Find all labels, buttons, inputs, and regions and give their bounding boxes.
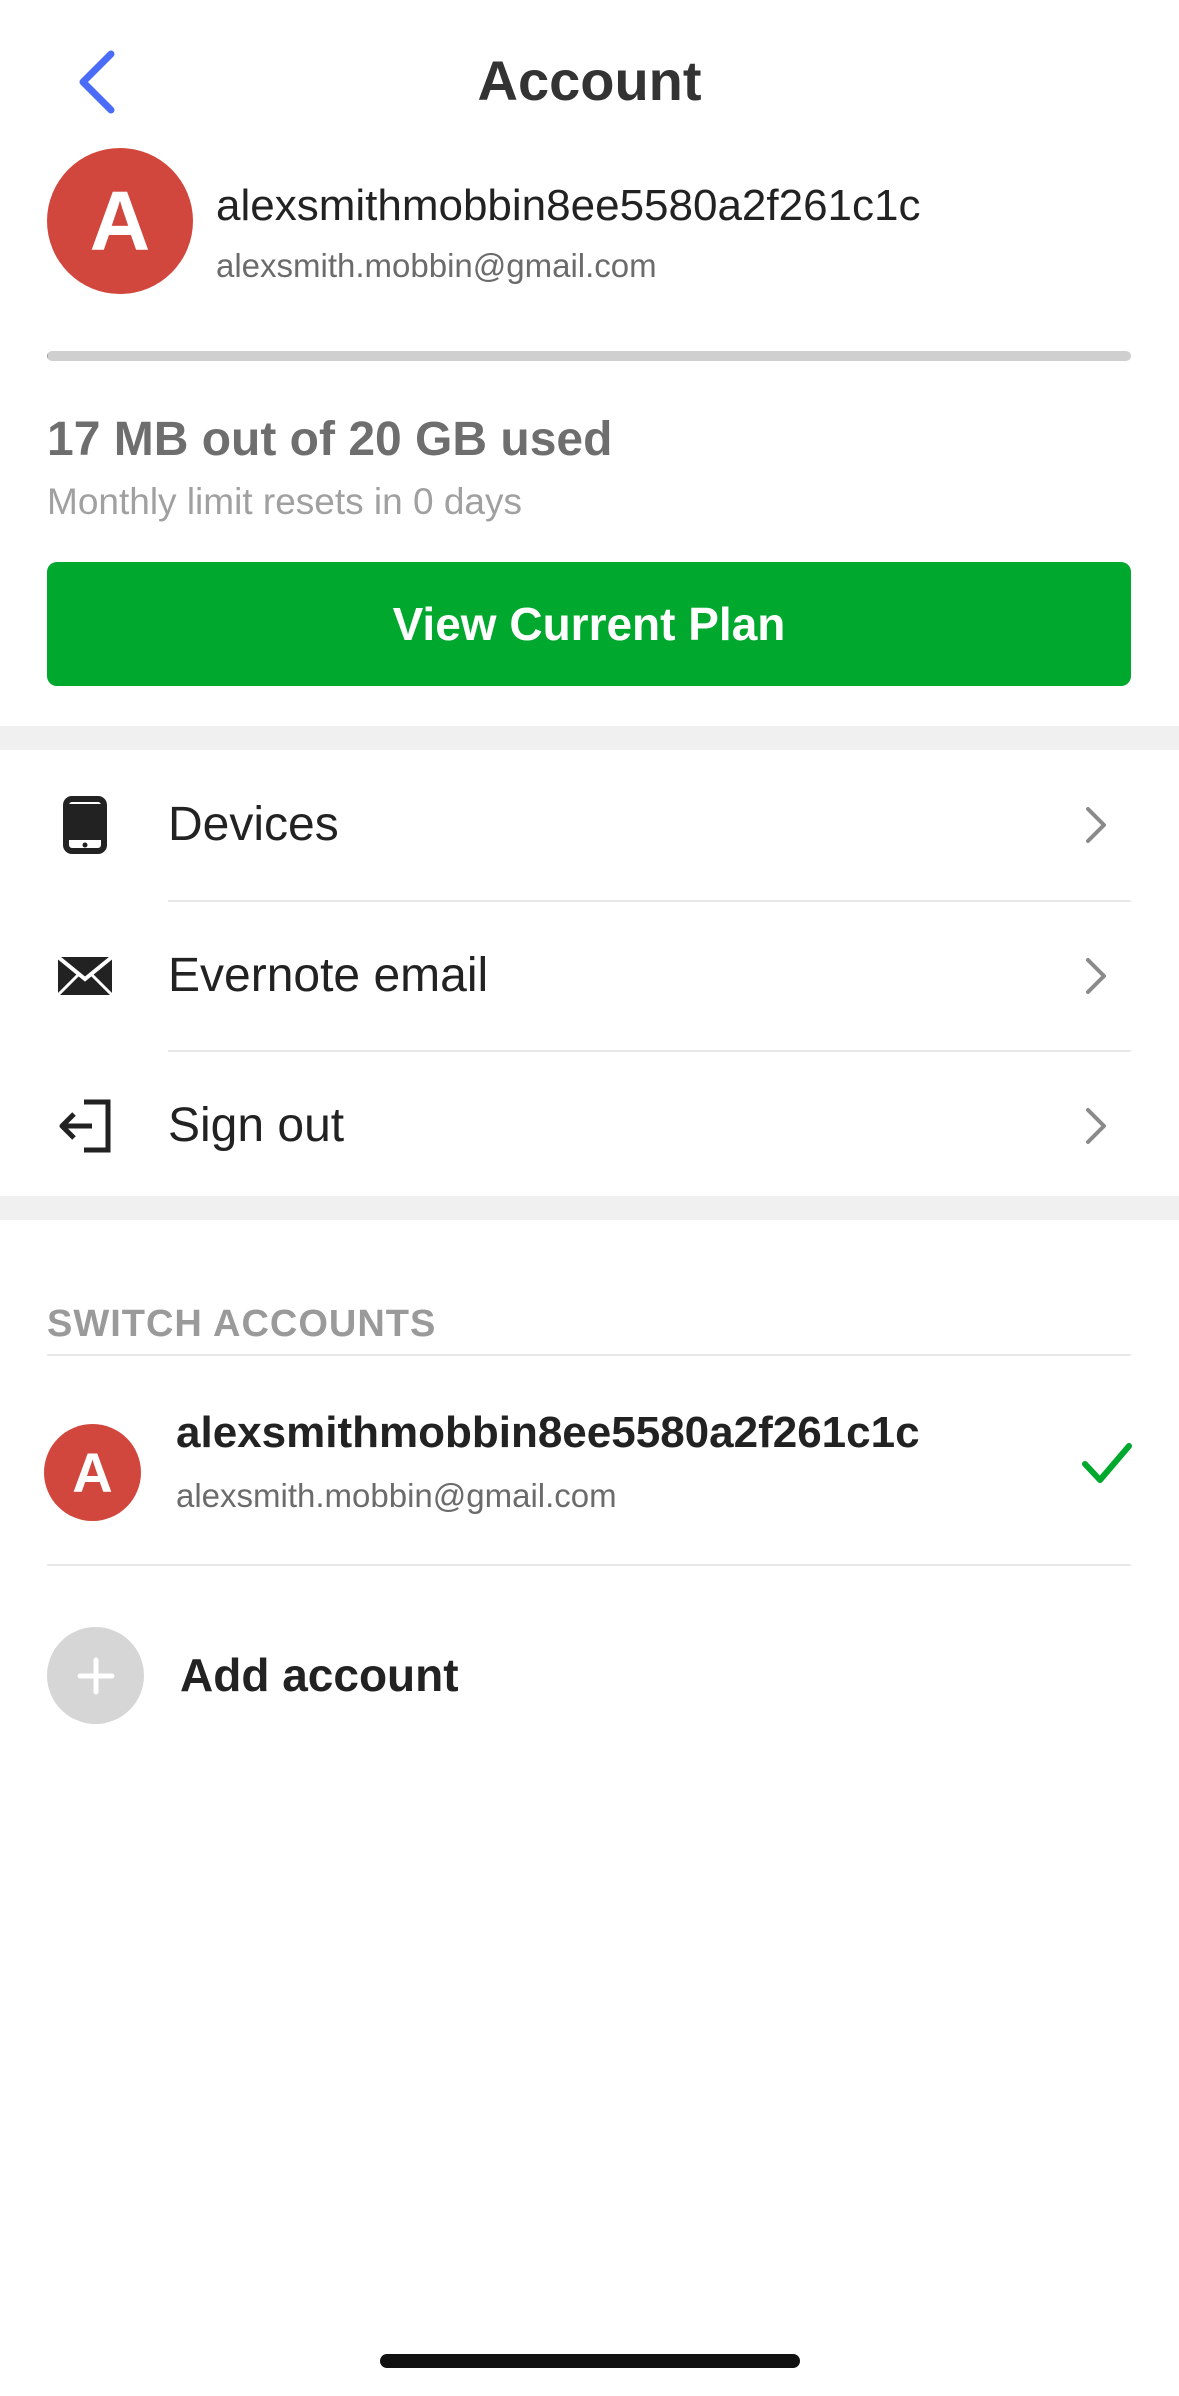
usage-progress-bar bbox=[47, 351, 1131, 361]
sign-out-icon bbox=[50, 1091, 120, 1161]
add-account-button[interactable]: Add account bbox=[0, 1600, 1179, 1750]
section-title-switch-accounts: SWITCH ACCOUNTS bbox=[47, 1303, 437, 1345]
usage-title: 17 MB out of 20 GB used bbox=[47, 413, 613, 466]
page-title: Account bbox=[477, 49, 702, 112]
mail-icon bbox=[50, 941, 120, 1011]
profile-username: alexsmithmobbin8ee5580a2f261c1c bbox=[216, 181, 921, 230]
chevron-right-icon bbox=[1081, 954, 1111, 998]
checkmark-icon bbox=[1082, 1443, 1132, 1483]
divider bbox=[47, 1564, 1131, 1566]
add-account-label: Add account bbox=[180, 1649, 459, 1701]
avatar: A bbox=[47, 148, 193, 294]
menu-item-label: Evernote email bbox=[168, 949, 489, 1002]
home-indicator bbox=[380, 2354, 800, 2368]
profile-email: alexsmith.mobbin@gmail.com bbox=[216, 247, 657, 284]
chevron-right-icon bbox=[1081, 1104, 1111, 1148]
avatar: A bbox=[44, 1424, 141, 1521]
section-divider bbox=[0, 726, 1179, 750]
menu-item-sign-out[interactable]: Sign out bbox=[0, 1051, 1179, 1201]
menu-item-evernote-email[interactable]: Evernote email bbox=[0, 901, 1179, 1051]
menu-item-devices[interactable]: Devices bbox=[0, 750, 1179, 900]
device-icon bbox=[50, 790, 120, 860]
usage-progress-fill bbox=[47, 351, 48, 361]
menu-item-label: Devices bbox=[168, 798, 339, 851]
account-email: alexsmith.mobbin@gmail.com bbox=[176, 1477, 617, 1514]
menu-item-label: Sign out bbox=[168, 1099, 345, 1152]
section-divider bbox=[0, 1196, 1179, 1220]
usage-subtitle: Monthly limit resets in 0 days bbox=[47, 481, 523, 522]
account-row[interactable]: A alexsmithmobbin8ee5580a2f261c1c alexsm… bbox=[0, 1356, 1179, 1564]
view-current-plan-button[interactable]: View Current Plan bbox=[47, 562, 1131, 686]
account-username: alexsmithmobbin8ee5580a2f261c1c bbox=[176, 1408, 920, 1457]
chevron-right-icon bbox=[1081, 803, 1111, 847]
plus-icon bbox=[47, 1627, 144, 1724]
